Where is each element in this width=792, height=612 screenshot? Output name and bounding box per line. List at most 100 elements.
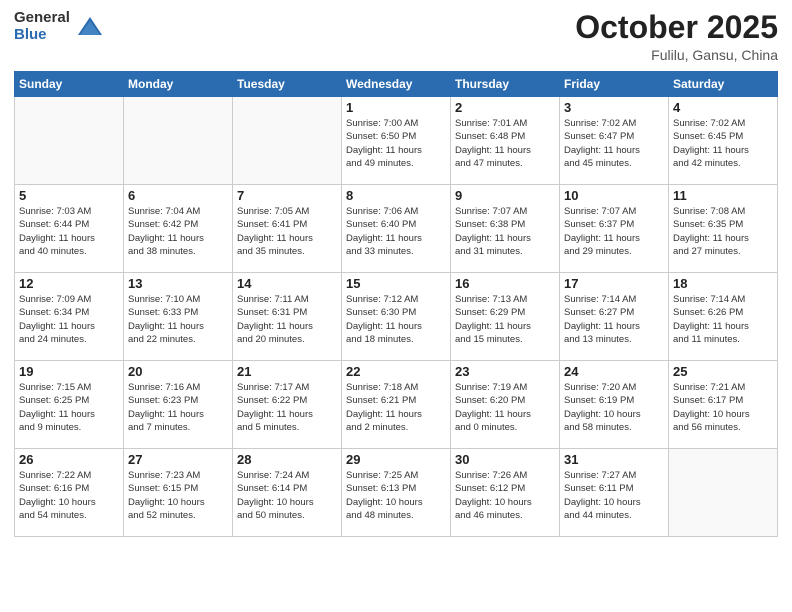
calendar-cell [233,97,342,185]
calendar-cell: 20 Sunrise: 7:16 AM Sunset: 6:23 PM Dayli… [124,361,233,449]
calendar-cell: 27Sunrise: 7:23 AM Sunset: 6:15 PM Dayli… [124,449,233,537]
calendar-cell: 23 Sunrise: 7:19 AM Sunset: 6:20 PM Dayli… [451,361,560,449]
month-title: October 2025 [575,10,778,45]
day-number: 30 [455,452,555,467]
day-number: 18 [673,276,773,291]
day-number: 11 [673,188,773,203]
day-number: 28 [237,452,337,467]
day-number: 3 [564,100,664,115]
calendar-cell: 1 Sunrise: 7:00 AM Sunset: 6:50 PM Daylig… [342,97,451,185]
day-info: Sunrise: 7:12 AM Sunset: 6:30 PM Dayligh… [346,293,446,346]
col-wednesday: Wednesday [342,72,451,97]
day-number: 19 [19,364,119,379]
day-number: 2 [455,100,555,115]
calendar-cell: 8 Sunrise: 7:06 AM Sunset: 6:40 PM Daylig… [342,185,451,273]
day-info: Sunrise: 7:07 AM Sunset: 6:37 PM Dayligh… [564,205,664,258]
day-number: 22 [346,364,446,379]
calendar-cell: 9Sunrise: 7:07 AM Sunset: 6:38 PM Daylig… [451,185,560,273]
calendar-cell [15,97,124,185]
calendar-cell: 16 Sunrise: 7:13 AM Sunset: 6:29 PM Dayli… [451,273,560,361]
col-monday: Monday [124,72,233,97]
calendar-header-row: Sunday Monday Tuesday Wednesday Thursday… [15,72,778,97]
day-number: 23 [455,364,555,379]
day-info: Sunrise: 7:07 AM Sunset: 6:38 PM Dayligh… [455,205,555,258]
calendar-cell: 10 Sunrise: 7:07 AM Sunset: 6:37 PM Dayli… [560,185,669,273]
calendar-cell: 2 Sunrise: 7:01 AM Sunset: 6:48 PM Daylig… [451,97,560,185]
day-info: Sunrise: 7:17 AM Sunset: 6:22 PM Dayligh… [237,381,337,434]
day-number: 21 [237,364,337,379]
day-info: Sunrise: 7:22 AM Sunset: 6:16 PM Dayligh… [19,469,119,522]
calendar-cell: 12 Sunrise: 7:09 AM Sunset: 6:34 PM Dayli… [15,273,124,361]
calendar-cell: 13Sunrise: 7:10 AM Sunset: 6:33 PM Dayli… [124,273,233,361]
logo-icon [76,13,104,41]
day-number: 6 [128,188,228,203]
day-info: Sunrise: 7:01 AM Sunset: 6:48 PM Dayligh… [455,117,555,170]
day-info: Sunrise: 7:00 AM Sunset: 6:50 PM Dayligh… [346,117,446,170]
day-info: Sunrise: 7:04 AM Sunset: 6:42 PM Dayligh… [128,205,228,258]
col-saturday: Saturday [669,72,778,97]
day-number: 8 [346,188,446,203]
calendar-cell: 18Sunrise: 7:14 AM Sunset: 6:26 PM Dayli… [669,273,778,361]
day-info: Sunrise: 7:20 AM Sunset: 6:19 PM Dayligh… [564,381,664,434]
calendar-week-4: 19 Sunrise: 7:15 AM Sunset: 6:25 PM Dayli… [15,361,778,449]
day-number: 1 [346,100,446,115]
calendar-cell: 14Sunrise: 7:11 AM Sunset: 6:31 PM Dayli… [233,273,342,361]
page: General Blue October 2025 Fulilu, Gansu,… [0,0,792,612]
calendar-cell: 4 Sunrise: 7:02 AM Sunset: 6:45 PM Daylig… [669,97,778,185]
day-number: 27 [128,452,228,467]
calendar-cell: 22 Sunrise: 7:18 AM Sunset: 6:21 PM Dayli… [342,361,451,449]
day-number: 26 [19,452,119,467]
day-info: Sunrise: 7:03 AM Sunset: 6:44 PM Dayligh… [19,205,119,258]
title-block: October 2025 Fulilu, Gansu, China [575,10,778,63]
col-tuesday: Tuesday [233,72,342,97]
day-number: 15 [346,276,446,291]
calendar-cell [669,449,778,537]
day-number: 24 [564,364,664,379]
calendar-week-2: 5 Sunrise: 7:03 AM Sunset: 6:44 PM Daylig… [15,185,778,273]
calendar-cell: 24 Sunrise: 7:20 AM Sunset: 6:19 PM Dayli… [560,361,669,449]
calendar-week-3: 12 Sunrise: 7:09 AM Sunset: 6:34 PM Dayli… [15,273,778,361]
day-number: 14 [237,276,337,291]
calendar-cell: 19 Sunrise: 7:15 AM Sunset: 6:25 PM Dayli… [15,361,124,449]
day-info: Sunrise: 7:06 AM Sunset: 6:40 PM Dayligh… [346,205,446,258]
calendar-cell: 7Sunrise: 7:05 AM Sunset: 6:41 PM Daylig… [233,185,342,273]
calendar-cell: 31Sunrise: 7:27 AM Sunset: 6:11 PM Dayli… [560,449,669,537]
logo: General Blue [14,10,104,43]
day-info: Sunrise: 7:08 AM Sunset: 6:35 PM Dayligh… [673,205,773,258]
day-number: 29 [346,452,446,467]
day-number: 13 [128,276,228,291]
day-number: 5 [19,188,119,203]
col-thursday: Thursday [451,72,560,97]
calendar-cell: 5 Sunrise: 7:03 AM Sunset: 6:44 PM Daylig… [15,185,124,273]
calendar: Sunday Monday Tuesday Wednesday Thursday… [14,71,778,537]
day-number: 20 [128,364,228,379]
day-info: Sunrise: 7:26 AM Sunset: 6:12 PM Dayligh… [455,469,555,522]
day-number: 16 [455,276,555,291]
day-number: 10 [564,188,664,203]
calendar-cell: 26 Sunrise: 7:22 AM Sunset: 6:16 PM Dayli… [15,449,124,537]
col-sunday: Sunday [15,72,124,97]
day-info: Sunrise: 7:15 AM Sunset: 6:25 PM Dayligh… [19,381,119,434]
header: General Blue October 2025 Fulilu, Gansu,… [14,10,778,63]
day-info: Sunrise: 7:02 AM Sunset: 6:47 PM Dayligh… [564,117,664,170]
day-number: 4 [673,100,773,115]
day-number: 7 [237,188,337,203]
calendar-cell: 30 Sunrise: 7:26 AM Sunset: 6:12 PM Dayli… [451,449,560,537]
calendar-cell: 6 Sunrise: 7:04 AM Sunset: 6:42 PM Daylig… [124,185,233,273]
day-info: Sunrise: 7:27 AM Sunset: 6:11 PM Dayligh… [564,469,664,522]
day-info: Sunrise: 7:18 AM Sunset: 6:21 PM Dayligh… [346,381,446,434]
calendar-cell: 3 Sunrise: 7:02 AM Sunset: 6:47 PM Daylig… [560,97,669,185]
calendar-cell [124,97,233,185]
logo-blue: Blue [14,27,70,44]
col-friday: Friday [560,72,669,97]
logo-general: General [14,10,70,27]
day-number: 12 [19,276,119,291]
day-number: 17 [564,276,664,291]
calendar-week-5: 26 Sunrise: 7:22 AM Sunset: 6:16 PM Dayli… [15,449,778,537]
day-info: Sunrise: 7:09 AM Sunset: 6:34 PM Dayligh… [19,293,119,346]
day-info: Sunrise: 7:13 AM Sunset: 6:29 PM Dayligh… [455,293,555,346]
day-info: Sunrise: 7:02 AM Sunset: 6:45 PM Dayligh… [673,117,773,170]
day-info: Sunrise: 7:16 AM Sunset: 6:23 PM Dayligh… [128,381,228,434]
day-info: Sunrise: 7:19 AM Sunset: 6:20 PM Dayligh… [455,381,555,434]
day-info: Sunrise: 7:25 AM Sunset: 6:13 PM Dayligh… [346,469,446,522]
